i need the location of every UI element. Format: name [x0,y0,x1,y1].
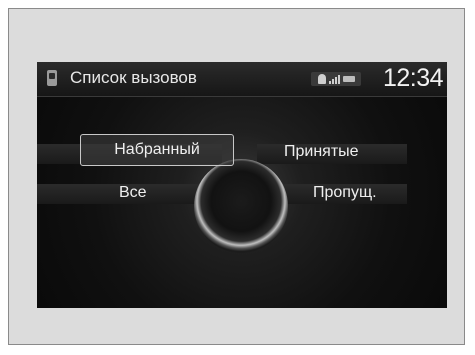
status-indicators [311,72,361,86]
phone-icon [47,70,57,86]
signal-icon [328,74,340,84]
call-log-screen: Список вызовов 12:34 Набранный Принятые … [37,62,447,308]
bluetooth-icon [317,74,326,84]
menu-item-dialed[interactable]: Набранный [80,134,234,166]
menu-item-label: Набранный [114,141,200,158]
selector-knob[interactable] [194,159,288,253]
menu-item-missed[interactable]: Пропущ. [313,183,377,203]
battery-icon [342,76,355,82]
menu-area [37,97,447,308]
screen-title: Список вызовов [70,68,197,87]
menu-item-received[interactable]: Принятые [284,142,359,162]
menu-item-all[interactable]: Все [119,183,147,203]
header-bar: Список вызовов 12:34 [37,62,447,97]
clock: 12:34 [383,64,444,92]
